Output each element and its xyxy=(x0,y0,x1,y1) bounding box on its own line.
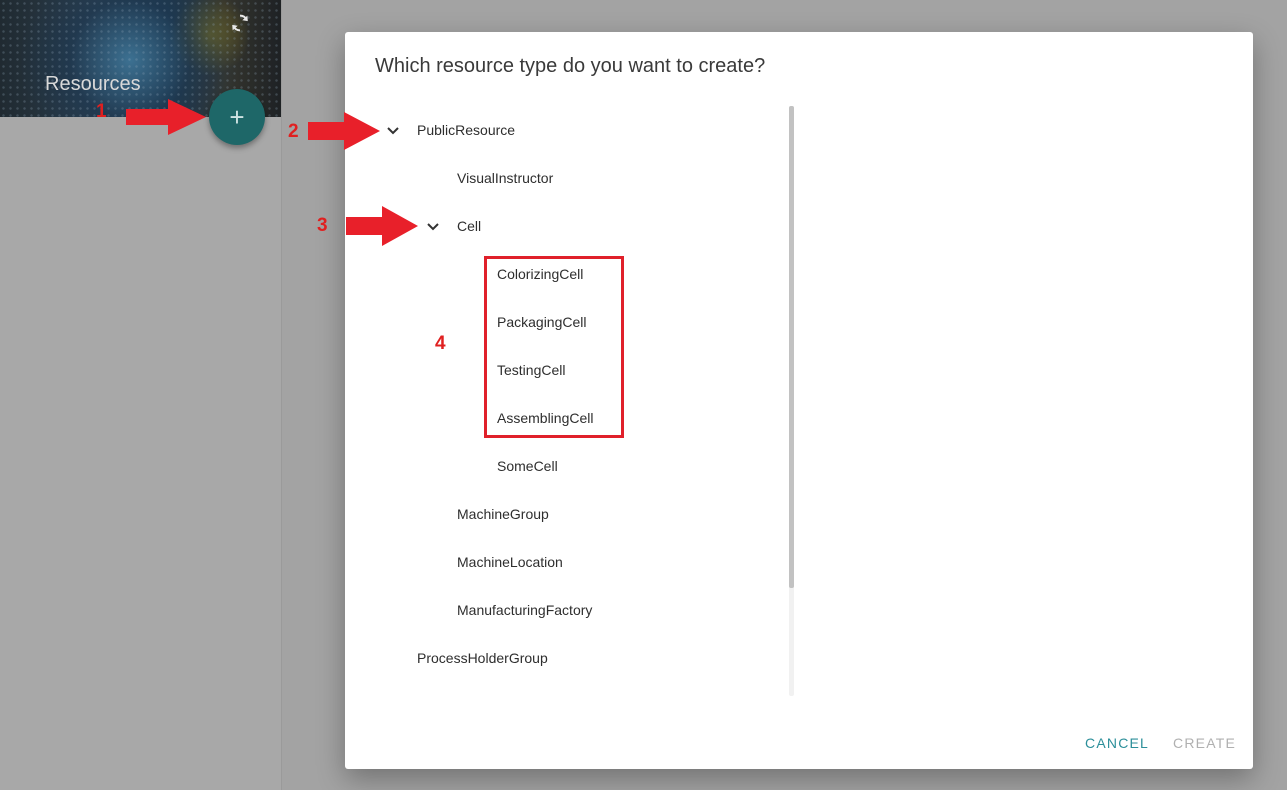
cancel-button[interactable]: CANCEL xyxy=(1085,735,1149,751)
scrollbar-thumb[interactable] xyxy=(789,106,794,588)
annotation-arrow-icon xyxy=(346,206,418,246)
annotation-number-2: 2 xyxy=(288,121,299,142)
tree-node-cell[interactable]: Cell xyxy=(457,218,481,234)
chevron-down-icon[interactable] xyxy=(386,126,400,136)
refresh-icon[interactable] xyxy=(229,12,251,34)
tree-node-manufacturingfactory[interactable]: ManufacturingFactory xyxy=(457,602,592,618)
annotation-arrow-icon xyxy=(126,99,206,135)
tree-scrollbar[interactable] xyxy=(789,106,794,696)
create-button[interactable]: CREATE xyxy=(1173,735,1236,751)
tree-node-publicresource[interactable]: PublicResource xyxy=(417,122,515,138)
annotation-number-3: 3 xyxy=(317,215,328,236)
annotation-number-4: 4 xyxy=(435,333,446,354)
annotation-highlight-box xyxy=(484,256,624,438)
tree-node-processholdergroup[interactable]: ProcessHolderGroup xyxy=(417,650,548,666)
tree-node-visualinstructor[interactable]: VisualInstructor xyxy=(457,170,553,186)
dialog-actions: CANCEL CREATE xyxy=(1085,735,1236,751)
chevron-down-icon[interactable] xyxy=(426,222,440,232)
tree-node-machinegroup[interactable]: MachineGroup xyxy=(457,506,549,522)
plus-icon: + xyxy=(229,101,245,132)
add-resource-button[interactable]: + xyxy=(209,89,265,145)
annotation-number-1: 1 xyxy=(96,101,107,122)
banner-title: Resources xyxy=(45,73,141,95)
tree-node-somecell[interactable]: SomeCell xyxy=(497,458,558,474)
annotation-arrow-icon xyxy=(308,112,380,150)
dialog-title: Which resource type do you want to creat… xyxy=(375,55,766,77)
tree-node-machinelocation[interactable]: MachineLocation xyxy=(457,554,563,570)
create-resource-dialog: Which resource type do you want to creat… xyxy=(345,32,1253,769)
